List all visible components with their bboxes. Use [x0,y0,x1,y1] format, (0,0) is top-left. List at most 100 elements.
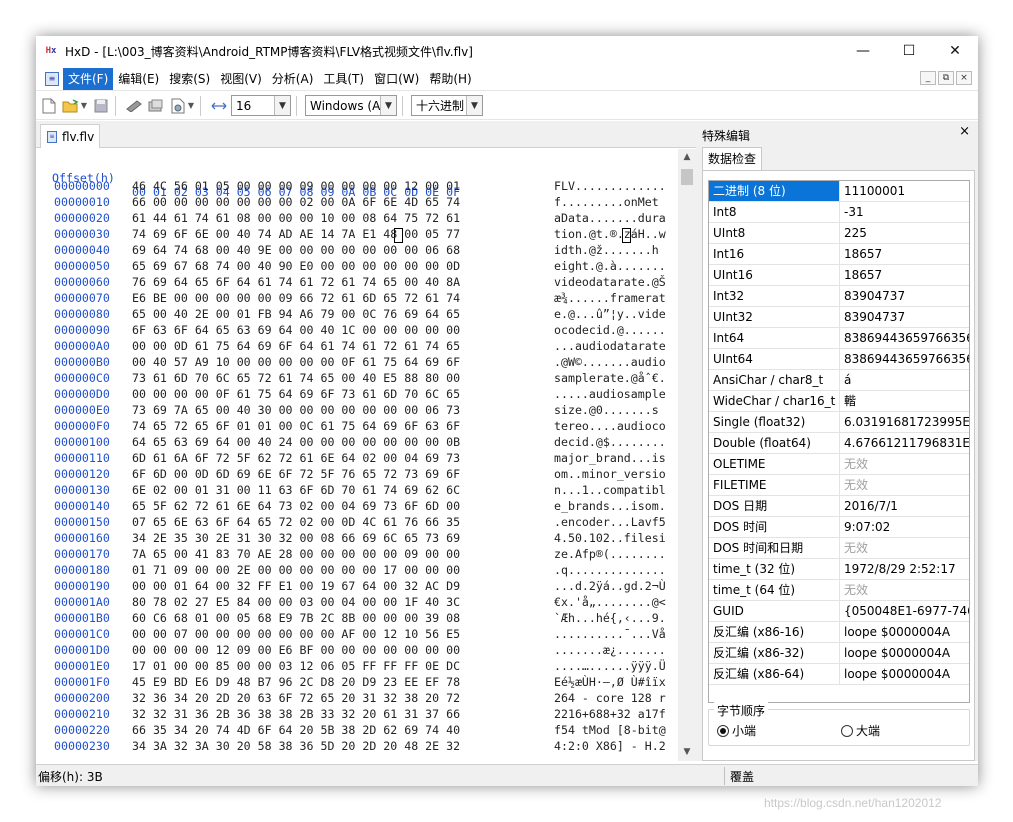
inspector-row[interactable]: OLETIME 无效 [709,454,969,475]
hex-vertical-scrollbar[interactable]: ▲ ▼ [678,149,696,761]
row-ascii[interactable]: e.@...û”¦y..vide [554,307,666,321]
row-bytes[interactable]: 74 65 72 65 6F 01 01 00 0C 61 75 64 69 6… [132,419,460,433]
inspector-value[interactable]: 4.67661211796831E25 [840,433,969,454]
inspector-value[interactable]: 䡡 [840,391,969,412]
inspector-row[interactable]: GUID {050048E1-6977-7464 [709,601,969,622]
inspector-value[interactable]: 1972/8/29 2:52:17 [840,559,969,580]
charset-select[interactable]: Windows (AN ▼ [305,95,397,116]
save-icon[interactable] [92,97,110,115]
row-ascii[interactable]: `Æh...hé{,‹...9. [554,611,666,625]
row-bytes[interactable]: 7A 65 00 41 83 70 AE 28 00 00 00 00 00 0… [132,547,460,561]
row-ascii[interactable]: .@W©.......audio [554,355,666,369]
row-bytes[interactable]: 69 64 74 68 00 40 9E 00 00 00 00 00 00 0… [132,243,460,257]
tab-data-inspector[interactable]: 数据检查 [702,147,763,171]
little-endian-radio[interactable]: 小端 [717,722,756,739]
row-bytes[interactable]: 00 00 00 00 0F 61 75 64 69 6F 73 61 6D 7… [132,387,460,401]
inspector-row[interactable]: Int64 838694436597663561 [709,328,969,349]
row-ascii[interactable]: .encoder...Lavf5 [554,515,666,529]
inspector-row[interactable]: AnsiChar / char8_t á [709,370,969,391]
inspector-value[interactable]: 无效 [840,475,969,496]
row-ascii[interactable]: eight.@.à....... [554,259,666,273]
row-ascii[interactable]: .......æ¿....... [554,643,666,657]
open-disk-image-icon[interactable] [169,97,187,115]
inspector-value[interactable]: 838694436597663561 [840,328,969,349]
inspector-row[interactable]: FILETIME 无效 [709,475,969,496]
inspector-value[interactable]: loope $0000004A [840,664,969,685]
row-bytes[interactable]: 6D 61 6A 6F 72 5F 62 72 61 6E 64 02 00 0… [132,451,460,465]
row-bytes[interactable]: 17 01 00 00 85 00 00 03 12 06 05 FF FF F… [132,659,460,673]
row-bytes[interactable]: 73 61 6D 70 6C 65 72 61 74 65 00 40 E5 8… [132,371,460,385]
inspector-value[interactable]: 838694436597663561 [840,349,969,370]
row-ascii[interactable]: size.@0.......s [554,403,659,417]
offset-base-select[interactable]: 十六进制 ▼ [411,95,483,116]
inspector-row[interactable]: DOS 时间和日期 无效 [709,538,969,559]
row-bytes[interactable]: 61 44 61 74 61 08 00 00 00 10 00 08 64 7… [132,211,460,225]
row-ascii[interactable]: €x.'å„........@< [554,595,666,609]
menu-edit[interactable]: 编辑(E) [113,68,164,90]
inspector-row[interactable]: Int32 83904737 [709,286,969,307]
mdi-minimize-button[interactable]: _ [920,71,936,85]
inspector-value[interactable]: -31 [840,202,969,223]
inspector-row[interactable]: 反汇编 (x86-64) loope $0000004A [709,664,969,685]
row-ascii[interactable]: ....…......ÿÿÿ.Ü [554,659,666,673]
inspector-row[interactable]: Int16 18657 [709,244,969,265]
inspector-value[interactable]: loope $0000004A [840,643,969,664]
new-file-icon[interactable] [40,97,58,115]
row-bytes[interactable]: 34 3A 32 3A 30 20 58 38 36 5D 20 2D 20 4… [132,739,460,753]
row-ascii[interactable]: ..........¯...Vå [554,627,666,641]
inspector-value[interactable]: 9:07:02 [840,517,969,538]
row-ascii[interactable]: videodatarate.@Š [554,275,666,289]
scroll-up-icon[interactable]: ▲ [678,149,696,166]
row-bytes[interactable]: 00 00 01 64 00 32 FF E1 00 19 67 64 00 3… [132,579,460,593]
row-bytes[interactable]: 00 00 07 00 00 00 00 00 00 00 AF 00 12 1… [132,627,460,641]
row-ascii[interactable]: 264 - core 128 r [554,691,666,705]
inspector-row[interactable]: UInt64 838694436597663561 [709,349,969,370]
inspector-value[interactable]: 225 [840,223,969,244]
inspector-value[interactable]: 无效 [840,454,969,475]
tab-flv-file[interactable]: ≡ flv.flv [40,124,100,148]
inspector-row[interactable]: Int8 -31 [709,202,969,223]
hex-editor[interactable]: Offset(h) 00 01 02 03 04 05 06 07 08 09 … [36,149,696,761]
row-ascii[interactable]: idth.@ž.......h [554,243,659,257]
row-bytes[interactable]: 73 69 7A 65 00 40 30 00 00 00 00 00 00 0… [132,403,460,417]
row-ascii[interactable]: decid.@$........ [554,435,666,449]
inspector-row[interactable]: 二进制 (8 位) 11100001 [709,181,969,202]
inspector-row[interactable]: 反汇编 (x86-32) loope $0000004A [709,643,969,664]
chevron-down-icon[interactable]: ▼ [466,96,482,115]
row-bytes[interactable]: 00 00 0D 61 75 64 69 6F 64 61 74 61 72 6… [132,339,460,353]
row-ascii[interactable]: FLV............. [554,179,666,193]
maximize-button[interactable]: ☐ [886,36,932,66]
row-ascii[interactable]: æ¾......framerat [554,291,666,305]
menu-help[interactable]: 帮助(H) [424,68,476,90]
row-bytes[interactable]: 80 78 02 27 E5 84 00 00 03 00 04 00 00 1… [132,595,460,609]
row-bytes[interactable]: 00 40 57 A9 10 00 00 00 00 00 0F 61 75 6… [132,355,460,369]
row-bytes[interactable]: 34 2E 35 30 2E 31 30 32 00 08 66 69 6C 6… [132,531,460,545]
row-ascii[interactable]: ...audiodatarate [554,339,666,353]
inspector-value[interactable]: 83904737 [840,286,969,307]
chevron-down-icon[interactable]: ▼ [380,96,396,115]
inspector-row[interactable]: DOS 日期 2016/7/1 [709,496,969,517]
inspector-row[interactable]: UInt32 83904737 [709,307,969,328]
row-bytes[interactable]: 66 00 00 00 00 00 00 00 02 00 0A 6F 6E 4… [132,195,460,209]
menu-view[interactable]: 视图(V) [215,68,267,90]
inspector-value[interactable]: 2016/7/1 [840,496,969,517]
row-bytes[interactable]: 07 65 6E 63 6F 64 65 72 02 00 0D 4C 61 7… [132,515,460,529]
inspector-value[interactable]: {050048E1-6977-7464 [840,601,969,622]
row-bytes[interactable]: 32 36 34 20 2D 20 63 6F 72 65 20 31 32 3… [132,691,460,705]
menu-analysis[interactable]: 分析(A) [267,68,319,90]
ram-editor-icon[interactable] [125,97,143,115]
inspector-value[interactable]: 83904737 [840,307,969,328]
inspector-value[interactable]: 11100001 [840,181,969,202]
inspector-value[interactable]: 18657 [840,265,969,286]
row-bytes[interactable]: 00 00 00 00 12 09 00 E6 BF 00 00 00 00 0… [132,643,460,657]
mdi-restore-button[interactable]: ⧉ [938,71,954,85]
menu-tools[interactable]: 工具(T) [318,68,369,90]
inspector-row[interactable]: Single (float32) 6.03191681723995E-3 [709,412,969,433]
panel-close-icon[interactable]: × [959,124,970,139]
row-bytes[interactable]: 74 69 6F 6E 00 40 74 AD AE 14 7A E1 48 0… [132,227,460,241]
row-ascii[interactable]: ...d.2ÿá..gd.2¬Ù [554,579,666,593]
inspector-row[interactable]: time_t (32 位) 1972/8/29 2:52:17 [709,559,969,580]
scroll-down-icon[interactable]: ▼ [678,744,696,761]
inspector-row[interactable]: DOS 时间 9:07:02 [709,517,969,538]
inspector-value[interactable]: á [840,370,969,391]
